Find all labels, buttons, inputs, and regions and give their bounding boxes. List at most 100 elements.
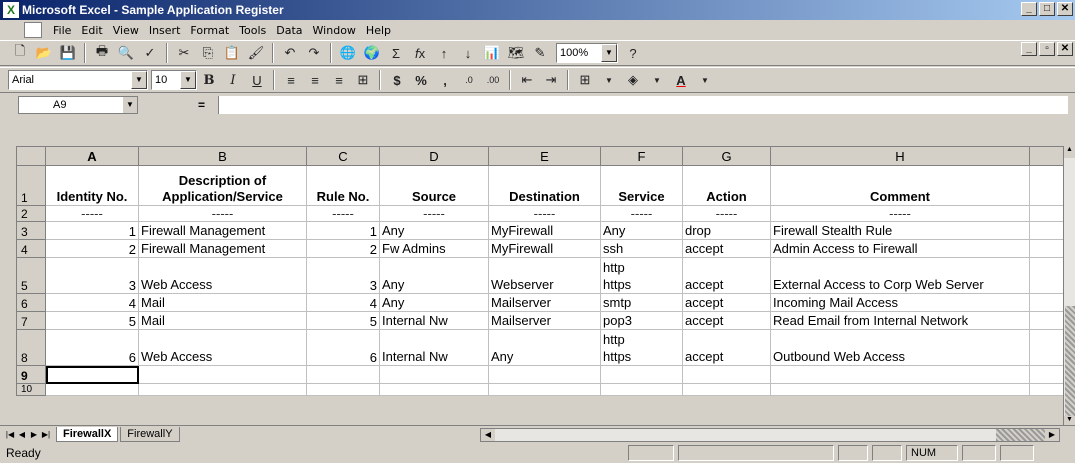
cell[interactable]: MyFirewall	[488, 221, 601, 240]
row-header[interactable]: 9	[16, 365, 46, 384]
drawing-icon[interactable]: ✎	[529, 42, 551, 64]
comma-icon[interactable]: ,	[434, 69, 456, 91]
column-header[interactable]: F	[600, 146, 683, 166]
font-dropdown[interactable]: Arial ▼	[8, 70, 148, 90]
cell[interactable]	[306, 365, 380, 384]
sheet-tab-firewally[interactable]: FirewallY	[120, 426, 180, 442]
chevron-down-icon[interactable]: ▼	[598, 69, 620, 91]
dash-cell[interactable]: -----	[306, 205, 380, 222]
cell[interactable]: 3	[45, 257, 139, 294]
align-center-icon[interactable]: ≡	[304, 69, 326, 91]
cell[interactable]	[379, 383, 489, 396]
cell[interactable]: 6	[45, 329, 139, 366]
cell[interactable]: Firewall Management	[138, 239, 307, 258]
header-cell[interactable]: Action	[682, 165, 771, 206]
cell[interactable]	[770, 365, 1030, 384]
cell[interactable]: Admin Access to Firewall	[770, 239, 1030, 258]
dash-cell[interactable]: -----	[682, 205, 771, 222]
row-header[interactable]: 8	[16, 329, 46, 366]
font-size-dropdown[interactable]: 10 ▼	[151, 70, 197, 90]
cell[interactable]: Internal Nw	[379, 329, 489, 366]
menu-view[interactable]: View	[108, 24, 144, 37]
prev-sheet-icon[interactable]: ◀	[16, 428, 28, 441]
column-header-blank[interactable]	[1029, 146, 1066, 166]
cell[interactable]	[379, 365, 489, 384]
cell[interactable]: Fw Admins	[379, 239, 489, 258]
print-preview-icon[interactable]: 🔍	[115, 42, 137, 64]
column-header[interactable]: D	[379, 146, 489, 166]
cell[interactable]: 2	[306, 239, 380, 258]
map-icon[interactable]: 🗺	[505, 42, 527, 64]
underline-icon[interactable]: U	[246, 69, 268, 91]
cell[interactable]: 1	[45, 221, 139, 240]
cell[interactable]: 6	[306, 329, 380, 366]
minimize-button[interactable]: _	[1021, 2, 1037, 16]
cell[interactable]	[1029, 383, 1066, 396]
scroll-right-icon[interactable]: ▶	[1045, 429, 1059, 441]
cell[interactable]: 4	[306, 293, 380, 312]
cell[interactable]	[600, 365, 683, 384]
row-header[interactable]: 3	[16, 221, 46, 240]
cell[interactable]: MyFirewall	[488, 239, 601, 258]
h-scroll-thumb[interactable]	[996, 429, 1046, 441]
align-left-icon[interactable]: ≡	[280, 69, 302, 91]
function-icon[interactable]: fx	[409, 42, 431, 64]
copy-icon[interactable]: ⎘	[197, 42, 219, 64]
horizontal-scrollbar[interactable]: ◀ ▶	[480, 428, 1060, 442]
cell[interactable]	[1029, 257, 1066, 294]
cell[interactable]	[1029, 365, 1066, 384]
scroll-up-icon[interactable]: ▲	[1064, 146, 1075, 158]
menu-help[interactable]: Help	[361, 24, 396, 37]
row-header[interactable]: 10	[16, 383, 46, 396]
cell[interactable]: 1	[306, 221, 380, 240]
cell[interactable]: 2	[45, 239, 139, 258]
cell[interactable]: Any	[379, 221, 489, 240]
cell[interactable]: Mailserver	[488, 293, 601, 312]
cell[interactable]: accept	[682, 257, 771, 294]
autosum-icon[interactable]: Σ	[385, 42, 407, 64]
scroll-thumb[interactable]	[1065, 306, 1075, 418]
header-cell[interactable]: Service	[600, 165, 683, 206]
cell[interactable]: Any	[488, 329, 601, 366]
name-box[interactable]: A9 ▼	[18, 96, 138, 114]
cell[interactable]	[1029, 221, 1066, 240]
dash-cell[interactable]: -----	[379, 205, 489, 222]
open-icon[interactable]: 📂	[33, 42, 55, 64]
hyperlink-icon[interactable]: 🌐	[337, 42, 359, 64]
column-header[interactable]: A	[45, 146, 139, 166]
sheet-tab-firewallx[interactable]: FirewallX	[56, 426, 119, 442]
increase-indent-icon[interactable]: ⇥	[540, 69, 562, 91]
header-cell[interactable]: Description of Application/Service	[138, 165, 307, 206]
chevron-down-icon[interactable]: ▼	[180, 71, 196, 89]
italic-icon[interactable]: I	[222, 69, 244, 91]
dash-cell[interactable]: -----	[138, 205, 307, 222]
formula-input[interactable]	[218, 96, 1068, 114]
format-painter-icon[interactable]: 🖌	[245, 42, 267, 64]
cell[interactable]: Webserver	[488, 257, 601, 294]
cell[interactable]: External Access to Corp Web Server	[770, 257, 1030, 294]
scroll-left-icon[interactable]: ◀	[481, 429, 495, 441]
zoom-dropdown[interactable]: 100% ▼	[556, 43, 618, 63]
cell[interactable]: Web Access	[138, 257, 307, 294]
workbook-icon[interactable]	[24, 22, 42, 38]
menu-window[interactable]: Window	[308, 24, 361, 37]
cell[interactable]: Read Email from Internal Network	[770, 311, 1030, 330]
cell[interactable]: Web Access	[138, 329, 307, 366]
header-cell[interactable]: Identity No.	[45, 165, 139, 206]
dash-cell[interactable]: -----	[488, 205, 601, 222]
cell[interactable]: Any	[600, 221, 683, 240]
chevron-down-icon[interactable]: ▼	[131, 71, 147, 89]
new-icon[interactable]: 🗋	[9, 42, 31, 64]
row-header[interactable]: 5	[16, 257, 46, 294]
cell[interactable]	[1029, 329, 1066, 366]
chevron-down-icon[interactable]: ▼	[694, 69, 716, 91]
percent-icon[interactable]: %	[410, 69, 432, 91]
cell[interactable]	[600, 383, 683, 396]
column-header[interactable]: C	[306, 146, 380, 166]
cell[interactable]: Any	[379, 257, 489, 294]
cell[interactable]: pop3	[600, 311, 683, 330]
increase-decimal-icon[interactable]: .0	[458, 69, 480, 91]
row-header[interactable]: 7	[16, 311, 46, 330]
next-sheet-icon[interactable]: ▶	[28, 428, 40, 441]
cell[interactable]	[770, 383, 1030, 396]
